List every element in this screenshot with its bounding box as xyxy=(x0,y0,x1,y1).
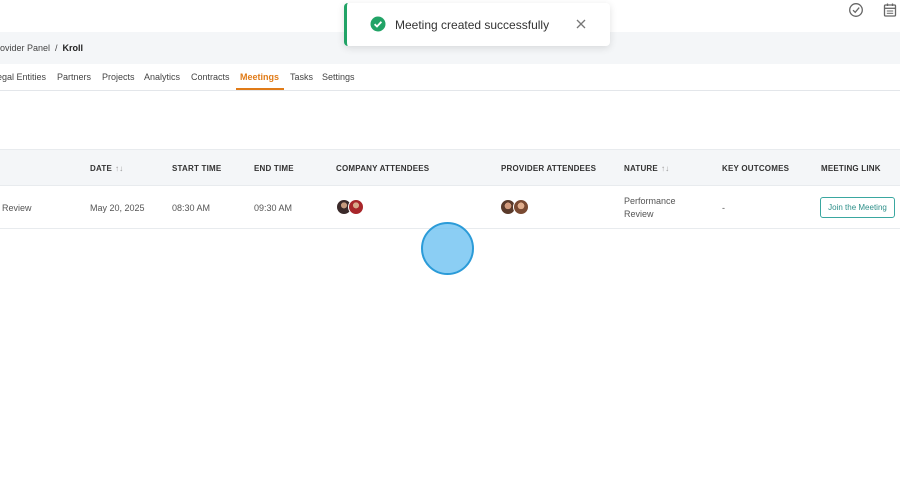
meeting-end-time: 09:30 AM xyxy=(254,203,293,213)
tab-partners[interactable]: Partners xyxy=(57,72,91,82)
meeting-title: Review xyxy=(2,203,32,213)
column-header-nature[interactable]: NATURE ↑↓ xyxy=(624,164,669,173)
close-icon[interactable] xyxy=(575,18,587,30)
tab-contracts[interactable]: Contracts xyxy=(191,72,230,82)
tab-settings[interactable]: Settings xyxy=(322,72,355,82)
column-header-meeting-link: MEETING LINK xyxy=(821,164,881,173)
tab-tasks[interactable]: Tasks xyxy=(290,72,313,82)
table-header: DATE ↑↓ START TIME END TIME COMPANY ATTEN… xyxy=(0,149,900,186)
tab-bar: egal Entities Partners Projects Analytic… xyxy=(0,64,900,91)
join-meeting-button[interactable]: Join the Meeting xyxy=(820,197,895,218)
calendar-icon[interactable] xyxy=(882,2,898,18)
sort-icon[interactable]: ↑↓ xyxy=(661,164,669,173)
column-header-end-time: END TIME xyxy=(254,164,294,173)
column-header-key-outcomes: KEY OUTCOMES xyxy=(722,164,790,173)
meeting-start-time: 08:30 AM xyxy=(172,203,211,213)
column-header-start-time: START TIME xyxy=(172,164,222,173)
column-header-company-attendees: COMPANY ATTENDEES xyxy=(336,164,430,173)
tab-analytics[interactable]: Analytics xyxy=(144,72,180,82)
avatar[interactable] xyxy=(513,199,529,215)
avatar[interactable] xyxy=(348,199,364,215)
column-header-date[interactable]: DATE ↑↓ xyxy=(90,164,123,173)
tab-legal-entities[interactable]: egal Entities xyxy=(0,72,46,82)
meeting-date: May 20, 2025 xyxy=(90,203,145,213)
breadcrumb-separator: / xyxy=(55,43,58,53)
breadcrumb-current: Kroll xyxy=(62,43,84,53)
meeting-key-outcomes: - xyxy=(722,203,725,213)
tab-projects[interactable]: Projects xyxy=(102,72,135,82)
sort-icon[interactable]: ↑↓ xyxy=(115,164,123,173)
active-tab-indicator xyxy=(236,88,284,90)
success-check-icon xyxy=(370,16,386,32)
tab-meetings[interactable]: Meetings xyxy=(240,72,279,82)
success-toast: Meeting created successfully xyxy=(344,3,610,46)
toast-message: Meeting created successfully xyxy=(395,18,550,32)
check-circle-icon[interactable] xyxy=(848,2,864,18)
cursor-indicator xyxy=(421,222,474,275)
meeting-nature: Performance Review xyxy=(624,196,676,219)
breadcrumb-parent[interactable]: rovider Panel xyxy=(0,43,50,53)
column-header-provider-attendees: PROVIDER ATTENDEES xyxy=(501,164,597,173)
